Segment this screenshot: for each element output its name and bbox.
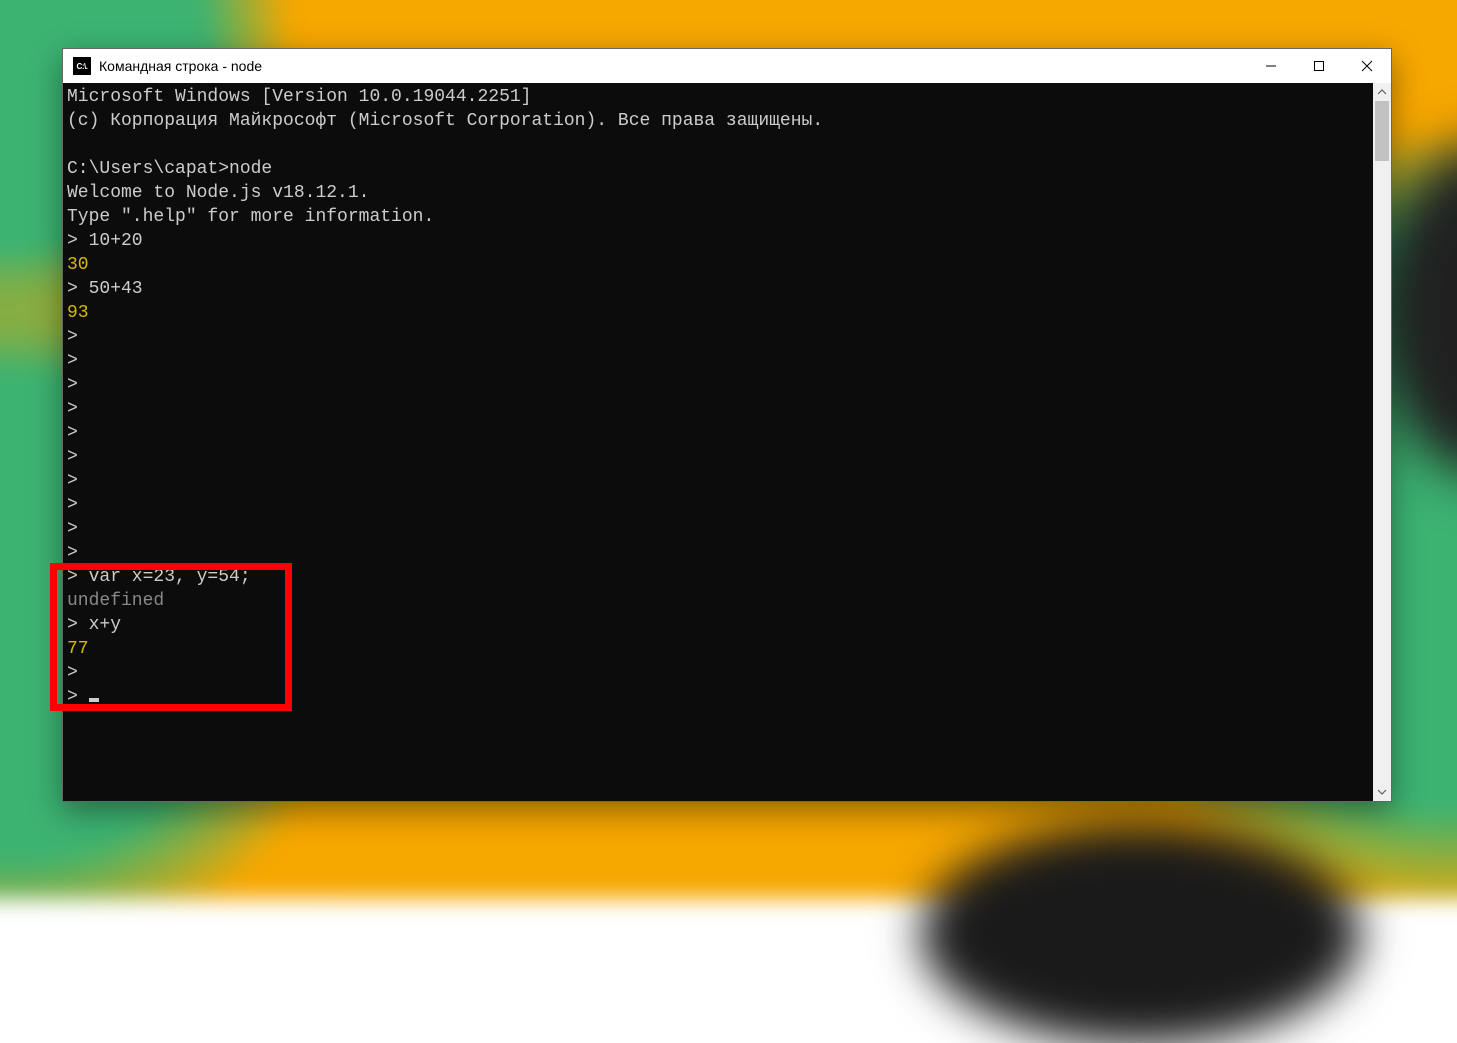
terminal-line: > <box>67 493 1369 517</box>
terminal-line: > <box>67 685 1369 709</box>
scroll-down-button[interactable] <box>1373 783 1391 801</box>
terminal-line: > <box>67 517 1369 541</box>
terminal-line <box>67 133 1369 157</box>
scroll-up-button[interactable] <box>1373 83 1391 101</box>
chevron-up-icon <box>1377 87 1387 97</box>
close-button[interactable] <box>1343 49 1391 83</box>
terminal-line: > <box>67 445 1369 469</box>
terminal-line: > 50+43 <box>67 277 1369 301</box>
terminal-output[interactable]: Microsoft Windows [Version 10.0.19044.22… <box>63 83 1373 801</box>
minimize-button[interactable] <box>1247 49 1295 83</box>
terminal-line: Welcome to Node.js v18.12.1. <box>67 181 1369 205</box>
terminal-line: > 10+20 <box>67 229 1369 253</box>
terminal-line: Type ".help" for more information. <box>67 205 1369 229</box>
terminal-line: > <box>67 469 1369 493</box>
cmd-window: C:\. Командная строка - node Microsoft W… <box>62 48 1392 802</box>
terminal-line: > <box>67 421 1369 445</box>
vertical-scrollbar[interactable] <box>1373 83 1391 801</box>
window-controls <box>1247 49 1391 83</box>
terminal-line: undefined <box>67 589 1369 613</box>
titlebar[interactable]: C:\. Командная строка - node <box>63 49 1391 83</box>
terminal-line: > <box>67 661 1369 685</box>
terminal-line: 93 <box>67 301 1369 325</box>
terminal-line: (c) Корпорация Майкрософт (Microsoft Cor… <box>67 109 1369 133</box>
maximize-button[interactable] <box>1295 49 1343 83</box>
terminal-line: > <box>67 541 1369 565</box>
cmd-icon: C:\. <box>73 57 91 75</box>
terminal-line: 30 <box>67 253 1369 277</box>
terminal-line: > <box>67 349 1369 373</box>
chevron-down-icon <box>1377 787 1387 797</box>
minimize-icon <box>1265 60 1277 72</box>
terminal-line: 77 <box>67 637 1369 661</box>
terminal-line: > <box>67 325 1369 349</box>
terminal-line: > <box>67 397 1369 421</box>
client-area: Microsoft Windows [Version 10.0.19044.22… <box>63 83 1391 801</box>
cursor <box>89 698 99 702</box>
terminal-line: C:\Users\capat>node <box>67 157 1369 181</box>
terminal-line: > <box>67 373 1369 397</box>
window-title: Командная строка - node <box>99 58 1247 74</box>
close-icon <box>1361 60 1373 72</box>
scroll-thumb[interactable] <box>1375 101 1389 161</box>
terminal-line: Microsoft Windows [Version 10.0.19044.22… <box>67 85 1369 109</box>
terminal-line: > x+y <box>67 613 1369 637</box>
maximize-icon <box>1313 60 1325 72</box>
terminal-line: > var x=23, y=54; <box>67 565 1369 589</box>
